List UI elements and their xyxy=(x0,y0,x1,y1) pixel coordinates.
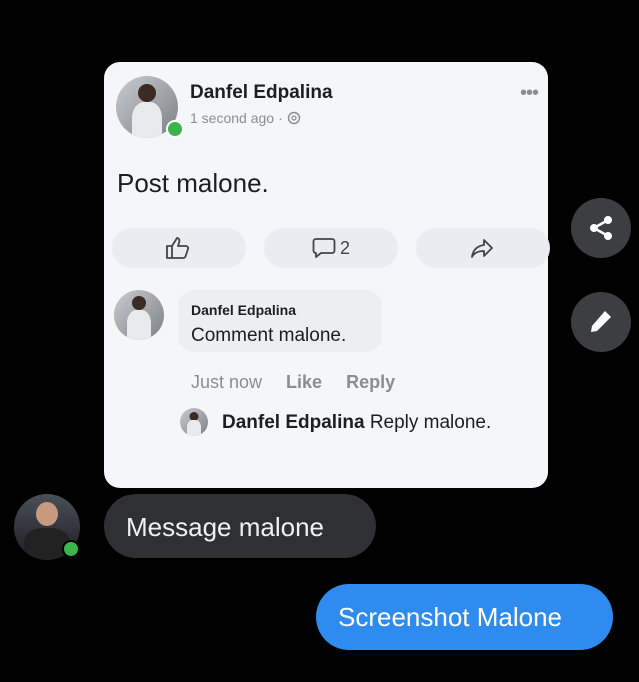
comment-button[interactable]: 2 xyxy=(264,228,398,268)
comment-author-avatar[interactable] xyxy=(114,290,164,340)
reply-line: Danfel Edpalina Reply malone. xyxy=(222,412,491,434)
sender-online-icon xyxy=(62,540,80,558)
edit-button[interactable] xyxy=(571,292,631,352)
reply-author-avatar[interactable] xyxy=(180,408,208,436)
comment-count: 2 xyxy=(340,238,351,258)
comment-text: Comment malone. xyxy=(191,325,347,346)
reply-author-name[interactable]: Danfel Edpalina xyxy=(222,412,365,433)
post-meta: 1 second ago · xyxy=(190,110,301,126)
post-author-name[interactable]: Danfel Edpalina xyxy=(190,82,333,104)
share-button[interactable] xyxy=(571,198,631,258)
thumbs-up-icon xyxy=(166,237,190,259)
comment-actions: Just now Like Reply xyxy=(191,372,395,393)
sent-message-text: Screenshot Malone xyxy=(338,602,563,632)
comment-like-link[interactable]: Like xyxy=(286,372,322,393)
like-button[interactable] xyxy=(112,228,246,268)
post-text: Post malone. xyxy=(117,168,269,198)
comment-icon xyxy=(312,238,336,258)
post-timestamp[interactable]: 1 second ago xyxy=(190,110,274,126)
share-icon xyxy=(590,216,612,240)
post-actions: 2 xyxy=(0,228,639,268)
meta-separator: · xyxy=(278,110,283,126)
reply-text: Reply malone. xyxy=(369,412,492,433)
more-options-icon[interactable]: ••• xyxy=(520,83,539,103)
pencil-icon xyxy=(591,311,611,332)
comment-reply-link[interactable]: Reply xyxy=(346,372,395,393)
share-arrow-icon xyxy=(471,239,493,258)
privacy-globe-icon xyxy=(287,111,300,125)
received-message-text: Message malone xyxy=(126,512,324,542)
share-post-button[interactable] xyxy=(416,228,550,268)
comment-timestamp[interactable]: Just now xyxy=(191,372,262,393)
comment-author-name[interactable]: Danfel Edpalina xyxy=(191,302,296,318)
online-status-icon xyxy=(166,120,184,138)
